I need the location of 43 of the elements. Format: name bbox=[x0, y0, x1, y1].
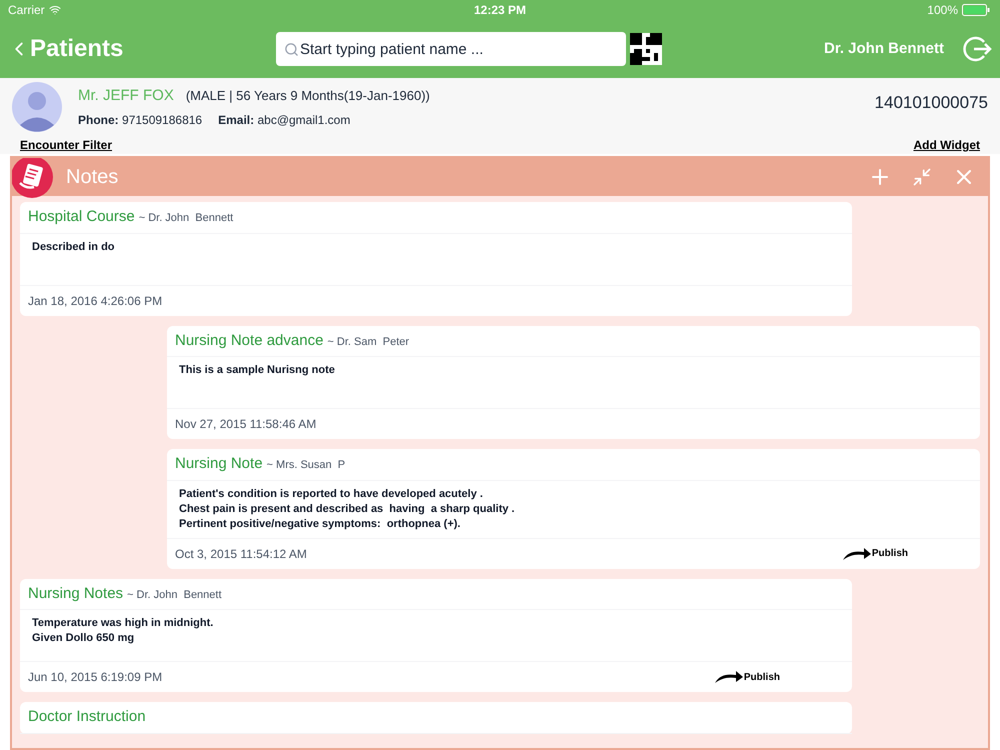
add-widget-link[interactable]: Add Widget bbox=[913, 136, 980, 154]
note-title: Doctor Instruction bbox=[28, 707, 146, 727]
note-text: Temperature was high in midnight. bbox=[32, 616, 214, 631]
note-title: Nursing Note advance bbox=[175, 330, 324, 350]
note-text: Patient's condition is reported to have developed acutely . bbox=[179, 486, 484, 502]
note-text: Given Dollo 650 mg bbox=[32, 631, 136, 646]
note-text: Pertinent positive/negative symptoms: orthopnea (+). bbox=[179, 516, 462, 532]
note-text: Chest pain is present and described as having a sharp quality . bbox=[179, 502, 516, 516]
clock: 12:23 PM bbox=[474, 2, 526, 19]
note-title: Nursing Note bbox=[175, 454, 263, 474]
user-name: Dr. John Bennett bbox=[824, 38, 944, 59]
search-field[interactable]: Start typing patient name ... bbox=[276, 32, 626, 66]
collapse-icon[interactable] bbox=[912, 167, 932, 187]
note-date: Oct 3, 2015 11:54:12 AM bbox=[175, 546, 307, 562]
patient-name: Mr. JEFF FOX bbox=[78, 86, 174, 106]
panel-title: Notes bbox=[66, 165, 118, 190]
note-title: Nursing Notes bbox=[28, 584, 124, 604]
carrier-label: Carrier bbox=[8, 2, 45, 19]
note-text: This is a sample Nurisng note bbox=[179, 363, 336, 378]
note-title: Hospital Course bbox=[28, 207, 135, 227]
publish-button[interactable]: Publish bbox=[714, 670, 780, 684]
note-date: Jun 10, 2015 6:19:09 PM bbox=[28, 669, 162, 686]
search-icon bbox=[284, 42, 299, 57]
arrow-icon bbox=[714, 670, 744, 684]
encounter-filter-link[interactable]: Encounter Filter bbox=[20, 136, 112, 154]
battery-label: 100% bbox=[927, 2, 958, 19]
patient-details: (MALE | 56 Years 9 Months(19-Jan-1960)) bbox=[186, 86, 430, 105]
note-author: ~ Dr. Sam Peter bbox=[327, 334, 410, 350]
patient-id: 140101000075 bbox=[874, 92, 988, 114]
battery-icon bbox=[962, 4, 992, 16]
note-text: Described in do bbox=[32, 240, 116, 254]
note-author: ~ Mrs. Susan P bbox=[266, 458, 346, 473]
note-author: ~ Dr. John Bennett bbox=[127, 588, 222, 602]
phone-text: Phone: 971509186816 bbox=[78, 112, 202, 130]
publish-button[interactable]: Publish bbox=[842, 546, 908, 561]
qr-code-icon[interactable] bbox=[630, 33, 662, 65]
email-text: Email: abc@gmail1.com bbox=[218, 112, 350, 130]
notes-icon bbox=[12, 158, 54, 199]
note-date: Nov 27, 2015 11:58:46 AM bbox=[175, 416, 316, 433]
avatar-icon bbox=[12, 82, 62, 132]
note-date: Jan 18, 2016 4:26:06 PM bbox=[28, 292, 162, 310]
note-author: ~ Dr. John Bennett bbox=[138, 211, 234, 226]
arrow-icon bbox=[842, 546, 872, 560]
